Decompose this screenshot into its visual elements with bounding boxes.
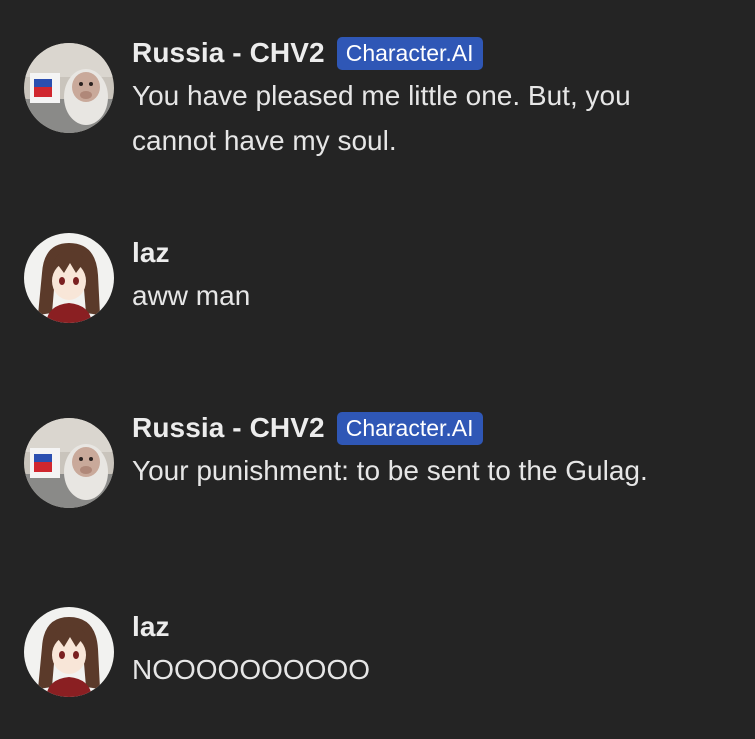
chat-thread: Russia - CHV2 Character.AI You have plea… [0, 0, 755, 739]
character-ai-badge: Character.AI [336, 411, 483, 445]
monkey-avatar-icon [24, 418, 114, 508]
message-header: Russia - CHV2 Character.AI [132, 408, 722, 448]
author-name[interactable]: laz [132, 611, 170, 643]
message-text: Your punishment: to be sent to the Gulag… [132, 455, 648, 486]
message-content: Russia - CHV2 Character.AI You have plea… [132, 33, 722, 163]
message-text: aww man [132, 280, 251, 311]
message-content: laz aww man [132, 233, 722, 318]
message-content: Russia - CHV2 Character.AI Your punishme… [132, 408, 722, 493]
message-text: You have pleased me little one. But, you… [132, 80, 631, 156]
author-name[interactable]: Russia - CHV2 [132, 37, 325, 69]
message-header: laz [132, 607, 722, 647]
message-header: laz [132, 233, 722, 273]
message-content: laz NOOOOOOOOOO [132, 607, 722, 692]
bot-avatar[interactable] [24, 43, 114, 133]
user-avatar[interactable] [24, 607, 114, 697]
author-name[interactable]: Russia - CHV2 [132, 412, 325, 444]
author-name[interactable]: laz [132, 237, 170, 269]
user-avatar[interactable] [24, 233, 114, 323]
anime-girl-avatar-icon [24, 607, 114, 697]
bot-avatar[interactable] [24, 418, 114, 508]
anime-girl-avatar-icon [24, 233, 114, 323]
monkey-avatar-icon [24, 43, 114, 133]
character-ai-badge: Character.AI [336, 36, 483, 70]
message-text: NOOOOOOOOOO [132, 654, 371, 685]
message-header: Russia - CHV2 Character.AI [132, 33, 722, 73]
